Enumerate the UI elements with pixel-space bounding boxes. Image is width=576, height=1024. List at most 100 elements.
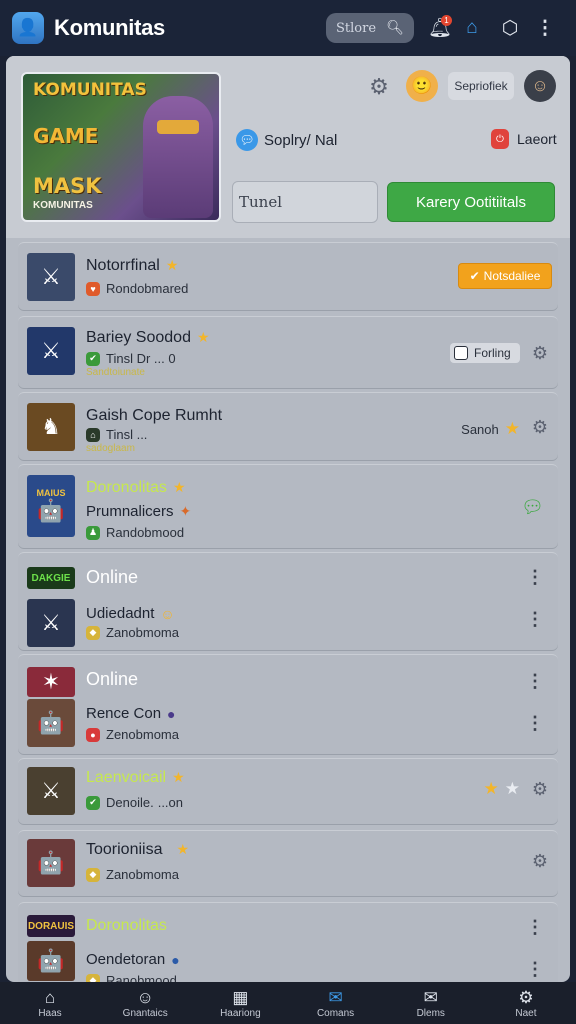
list-item[interactable]: ♞ Gaish Cope Rumht ⌂ Tinsl ... sadoglaam …: [18, 392, 558, 460]
game-thumbnail: ⚔: [27, 253, 75, 301]
item-meta: sadoglaam: [86, 443, 135, 454]
gear-icon[interactable]: ⚙: [532, 343, 548, 364]
game-thumbnail: MAIUS 🤖: [27, 475, 75, 537]
item-subtitle: ♥ Rondobmared: [86, 281, 188, 296]
chat-icon: ✉: [328, 987, 343, 1007]
item-subtitle: ✔ Tinsl Dr ... 0: [86, 351, 176, 366]
list-item[interactable]: 🤖 Toorioniisa ★ ◆ Zanobmoma ⚙: [18, 830, 558, 896]
item-title: Online: [86, 567, 139, 587]
banner-character-image: [143, 96, 213, 218]
chat-bubble-icon: 💬︎: [236, 129, 258, 151]
item-subtitle: Rence Con ●: [86, 705, 176, 722]
nav-home[interactable]: ⌂ Haas: [10, 982, 90, 1024]
game-thumbnail: ⚔: [27, 767, 75, 815]
item-meta: ◆ Zanobmoma: [86, 625, 179, 640]
game-thumbnail: ⚔: [27, 599, 75, 647]
bottom-nav: ⌂ Haas ☺ Gnantaics ▦ Haariong ✉ Comans ✉ Dlem…: [0, 982, 576, 1024]
logout-icon: ⏻: [491, 129, 509, 149]
username-chip[interactable]: Sepriofiek: [448, 72, 514, 100]
search-input[interactable]: Stlore 🔍︎: [326, 13, 414, 43]
nav-messages[interactable]: ✉ Dlems: [391, 982, 471, 1024]
home-icon[interactable]: ⌂: [458, 14, 486, 42]
gear-icon[interactable]: ⚙: [532, 417, 548, 438]
top-bar: 👤 Komunitas Stlore 🔍︎ 🔔︎ 1 ⌂ ⬡ ⋮: [0, 0, 576, 56]
nav-calendar[interactable]: ▦ Haariong: [200, 982, 280, 1024]
tunnel-input[interactable]: [232, 181, 378, 223]
profile-icon: ☺: [136, 987, 154, 1007]
game-thumbnail: ✶: [27, 667, 75, 697]
item-title: Toorioniisa ★: [86, 841, 190, 858]
game-thumbnail: ♞: [27, 403, 75, 451]
social-link[interactable]: 💬︎ Soplry/ Nal: [236, 129, 337, 151]
notification-toggle-button[interactable]: ✔ Notsdaliee: [458, 263, 552, 289]
rating-control[interactable]: Sanoh ★: [461, 419, 520, 439]
join-community-button[interactable]: Karery Ootitiitals: [387, 182, 555, 222]
more-options-icon[interactable]: ⋮: [526, 609, 544, 630]
community-banner[interactable]: KOMUNITAS GAME MASK KOMUNITAS: [21, 72, 221, 222]
list-item[interactable]: DORAUIS 🤖 Doronolitas Oendetoran ● ◆ Ranob…: [18, 902, 558, 982]
list-item[interactable]: DAKGIE ⚔ Online Udiedadnt ☺ ◆ Zanobmoma ⋮ …: [18, 552, 558, 650]
gear-icon[interactable]: ⚙: [532, 779, 548, 800]
more-options-icon[interactable]: ⋮: [526, 959, 544, 980]
list-item[interactable]: ⚔ Bariey Soodod ★ ✔ Tinsl Dr ... 0 Sandtoi…: [18, 316, 558, 388]
nav-chat[interactable]: ✉ Comans: [296, 982, 376, 1024]
banner-title: KOMUNITAS: [33, 80, 147, 100]
item-subtitle: Oendetoran ●: [86, 951, 180, 968]
chat-icon[interactable]: 💬︎: [521, 497, 544, 518]
item-title: Gaish Cope Rumht: [86, 407, 223, 424]
item-meta: ♟ Randobmood: [86, 525, 184, 540]
friend-avatar[interactable]: ☺: [524, 70, 556, 102]
item-subtitle: Prumnalicers ✦: [86, 503, 192, 520]
social-label: Soplry/ Nal: [264, 131, 338, 149]
list-item[interactable]: ⚔ Laenvoicail ★ ✔ Denoile. ...on ★ ★ ⚙: [18, 758, 558, 824]
item-title: Laenvoicail ★: [86, 769, 185, 786]
more-options-icon[interactable]: ⋮: [526, 671, 544, 692]
gear-icon[interactable]: ⚙: [366, 74, 392, 100]
app-logo-icon[interactable]: 👤: [12, 12, 44, 44]
nav-profile[interactable]: ☺ Gnantaics: [105, 982, 185, 1024]
calendar-icon: ▦: [232, 987, 249, 1007]
item-subtitle: Udiedadnt ☺: [86, 605, 175, 622]
list-item[interactable]: MAIUS 🤖 Doronolitas ★ Prumnalicers ✦ ♟ Rando…: [18, 464, 558, 548]
more-menu-icon[interactable]: ⋮: [531, 14, 559, 42]
more-options-icon[interactable]: ⋮: [526, 917, 544, 938]
notifications-icon[interactable]: 🔔︎ 1: [426, 14, 454, 42]
game-logo: DORAUIS: [27, 915, 75, 937]
item-subtitle: ◆ Zanobmoma: [86, 867, 179, 882]
more-options-icon[interactable]: ⋮: [526, 713, 544, 734]
gear-icon: ⚙: [518, 987, 534, 1007]
logout-button[interactable]: ⏻ Laeort: [491, 129, 557, 149]
more-options-icon[interactable]: ⋮: [526, 567, 544, 588]
home-icon: ⌂: [44, 987, 56, 1007]
mail-icon: ✉: [423, 987, 438, 1007]
item-title: Doronolitas: [86, 917, 167, 934]
item-title: Notorrfinal ★: [86, 257, 179, 274]
app-title: Komunitas: [54, 15, 165, 40]
item-title: Online: [86, 669, 139, 689]
item-meta: ◆ Ranobmood: [86, 973, 177, 982]
item-title: Bariey Soodod ★: [86, 329, 210, 346]
game-thumbnail: ⚔: [27, 327, 75, 375]
game-thumbnail: 🤖: [27, 839, 75, 887]
hero-section: KOMUNITAS GAME MASK KOMUNITAS ⚙ 🙂 Seprio…: [6, 56, 570, 238]
banner-game-name: MASK: [33, 174, 102, 198]
gear-icon[interactable]: ⚙: [532, 851, 548, 872]
search-icon: 🔍︎: [386, 20, 404, 36]
item-subtitle: ⌂ Tinsl ...: [86, 427, 147, 442]
toggle-control[interactable]: Forling: [450, 343, 520, 363]
list-item[interactable]: ⚔ Notorrfinal ★ ♥ Rondobmared ✔ Notsdaliee: [18, 242, 558, 310]
game-thumbnail: 🤖: [27, 699, 75, 747]
list-item[interactable]: ✶ 🤖 Online Rence Con ● ● Zenobmoma ⋮ ⋮: [18, 654, 558, 754]
user-avatar[interactable]: 🙂: [406, 70, 438, 102]
nav-settings[interactable]: ⚙ Naet: [486, 982, 566, 1024]
main-panel: KOMUNITAS GAME MASK KOMUNITAS ⚙ 🙂 Seprio…: [6, 56, 570, 982]
item-meta: ● Zenobmoma: [86, 727, 179, 742]
item-title: Doronolitas ★: [86, 479, 186, 496]
checkbox[interactable]: [454, 346, 468, 360]
item-subtitle: ✔ Denoile. ...on: [86, 795, 183, 810]
banner-caption: KOMUNITAS: [33, 200, 93, 211]
banner-subtitle: GAME: [33, 124, 99, 148]
rating-stars[interactable]: ★ ★: [478, 779, 521, 799]
logout-label: Laeort: [517, 131, 557, 147]
settings-icon[interactable]: ⬡: [496, 14, 524, 42]
